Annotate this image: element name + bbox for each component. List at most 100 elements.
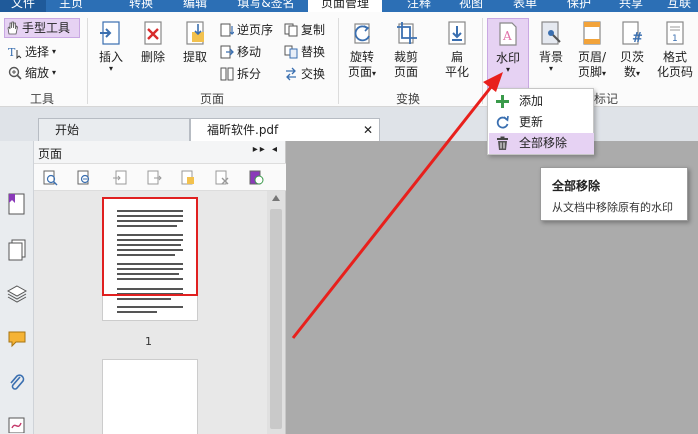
- group-label-page: 页面: [200, 92, 225, 106]
- background-label: 背景: [538, 50, 563, 64]
- menu-item-remove-all[interactable]: 全部移除: [489, 133, 594, 154]
- select-tool-button[interactable]: T 选择 ▾: [8, 42, 56, 62]
- chevron-down-icon: ▾: [505, 65, 510, 74]
- group-label-mark: 标记: [594, 92, 619, 106]
- copy-icon: [284, 23, 298, 37]
- chevron-down-icon: ▾: [602, 69, 607, 78]
- extract-page-icon: [182, 20, 208, 46]
- pages-panel: 页面 ▸▸ ◂ 1: [34, 141, 286, 434]
- thumbnail-scrollbar[interactable]: [267, 191, 285, 434]
- format-label-2: 化页码: [656, 65, 693, 79]
- rotate-icon: [349, 20, 375, 46]
- menu-item-update[interactable]: 更新: [489, 112, 594, 133]
- chevron-down-icon: ▾: [108, 64, 113, 73]
- flatten-icon: [444, 20, 470, 46]
- divider: [482, 18, 483, 104]
- extract-page-button[interactable]: 提取: [178, 20, 212, 65]
- plus-icon: [495, 94, 510, 109]
- move-page-icon: [220, 45, 234, 59]
- background-icon: [538, 20, 564, 46]
- remove-all-tooltip: 全部移除 从文档中移除原有的水印: [540, 167, 688, 221]
- tab-file[interactable]: 文件: [0, 0, 46, 12]
- copy-page-button[interactable]: 复制: [284, 20, 325, 40]
- zoom-tool-label: 缩放: [25, 66, 50, 80]
- group-label-tools: 工具: [30, 92, 55, 106]
- header-footer-button[interactable]: 页眉/ 页脚▾: [574, 20, 610, 81]
- attachment-icon[interactable]: [7, 373, 27, 393]
- bookmark-icon[interactable]: [7, 193, 27, 215]
- tab-convert[interactable]: 转换: [118, 0, 164, 12]
- page-properties-icon[interactable]: [248, 170, 264, 186]
- page-number-icon: 1: [662, 20, 688, 46]
- scroll-up-icon[interactable]: [272, 195, 280, 201]
- pages-icon[interactable]: [7, 239, 27, 261]
- text-line: [117, 306, 183, 308]
- reverse-order-icon: [220, 23, 235, 37]
- tab-home[interactable]: 主页: [48, 0, 94, 12]
- tab-edit[interactable]: 编辑: [172, 0, 218, 12]
- menu-item-remove-all-label: 全部移除: [519, 136, 568, 150]
- crop-label-1: 裁剪: [393, 50, 418, 64]
- hand-tool-button[interactable]: 手型工具: [4, 18, 80, 38]
- page-selection-frame: [102, 197, 198, 296]
- replace-page-panel-icon[interactable]: [180, 170, 196, 186]
- tab-start[interactable]: 开始: [38, 118, 190, 141]
- insert-page-button[interactable]: 插入 ▾: [94, 20, 128, 73]
- swap-page-button[interactable]: 交换: [284, 64, 325, 84]
- split-page-button[interactable]: 拆分: [220, 64, 261, 84]
- delete-page-panel-icon[interactable]: [214, 170, 230, 186]
- menu-bar: 文件 主页 转换 编辑 填写&签名 页面管理 注释 视图 表单 保护 共享 互联: [0, 0, 698, 12]
- rotate-label-2: 页面: [347, 65, 372, 79]
- crop-icon: [393, 20, 419, 46]
- close-icon[interactable]: ✕: [363, 119, 373, 141]
- delete-page-icon: [140, 20, 166, 46]
- zoom-out-page-icon[interactable]: [76, 170, 92, 186]
- background-button[interactable]: 背景 ▾: [534, 20, 568, 73]
- text-line: [117, 298, 171, 300]
- reverse-order-button[interactable]: 逆页序: [220, 20, 273, 40]
- tab-form[interactable]: 表单: [502, 0, 548, 12]
- group-label-transform: 变换: [396, 92, 421, 106]
- format-page-number-button[interactable]: 1 格式 化页码: [654, 20, 696, 80]
- tab-protect[interactable]: 保护: [556, 0, 602, 12]
- panel-toolbar: [34, 163, 286, 191]
- signature-icon[interactable]: [7, 417, 27, 434]
- divider: [338, 18, 339, 104]
- crop-label-2: 页面: [393, 65, 418, 79]
- tab-share[interactable]: 共享: [608, 0, 654, 12]
- rotate-page-button[interactable]: 旋转 页面▾: [344, 20, 380, 81]
- bates-number-button[interactable]: # 贝茨 数▾: [616, 20, 648, 81]
- layers-icon[interactable]: [6, 283, 28, 303]
- comments-icon[interactable]: [7, 329, 27, 349]
- panel-collapse-controls[interactable]: ▸▸ ◂: [253, 144, 279, 155]
- replace-page-button[interactable]: 替换: [284, 42, 325, 62]
- flatten-button[interactable]: 扁 平化: [440, 20, 474, 80]
- tab-connect[interactable]: 互联: [660, 0, 698, 12]
- tab-fill-sign[interactable]: 填写&签名: [230, 0, 302, 12]
- move-page-button[interactable]: 移动: [220, 42, 261, 62]
- zoom-tool-button[interactable]: 缩放 ▾: [8, 63, 56, 83]
- svg-text:T: T: [8, 46, 16, 59]
- watermark-button[interactable]: A 水印 ▾: [487, 18, 529, 90]
- tab-view[interactable]: 视图: [448, 0, 494, 12]
- insert-page-panel-icon[interactable]: [112, 170, 128, 186]
- tab-page-management[interactable]: 页面管理: [308, 0, 382, 12]
- extract-page-panel-icon[interactable]: [146, 170, 162, 186]
- delete-label: 删除: [140, 50, 165, 64]
- copy-label: 复制: [301, 23, 326, 37]
- extract-label: 提取: [182, 50, 207, 64]
- svg-text:1: 1: [672, 34, 678, 44]
- crop-page-button[interactable]: 裁剪 页面: [388, 20, 424, 80]
- tab-document[interactable]: 福昕软件.pdf ✕: [190, 118, 380, 141]
- menu-item-add[interactable]: 添加: [489, 91, 594, 112]
- menu-item-add-label: 添加: [519, 94, 544, 108]
- divider: [87, 18, 88, 104]
- scroll-thumb[interactable]: [270, 209, 282, 429]
- bates-icon: #: [619, 20, 645, 46]
- swap-icon: [284, 67, 298, 81]
- tab-comment[interactable]: 注释: [396, 0, 442, 12]
- page-thumbnail-2[interactable]: [102, 359, 198, 434]
- delete-page-button[interactable]: 删除: [136, 20, 170, 65]
- zoom-in-page-icon[interactable]: [42, 170, 58, 186]
- chevron-down-icon: ▾: [636, 69, 641, 78]
